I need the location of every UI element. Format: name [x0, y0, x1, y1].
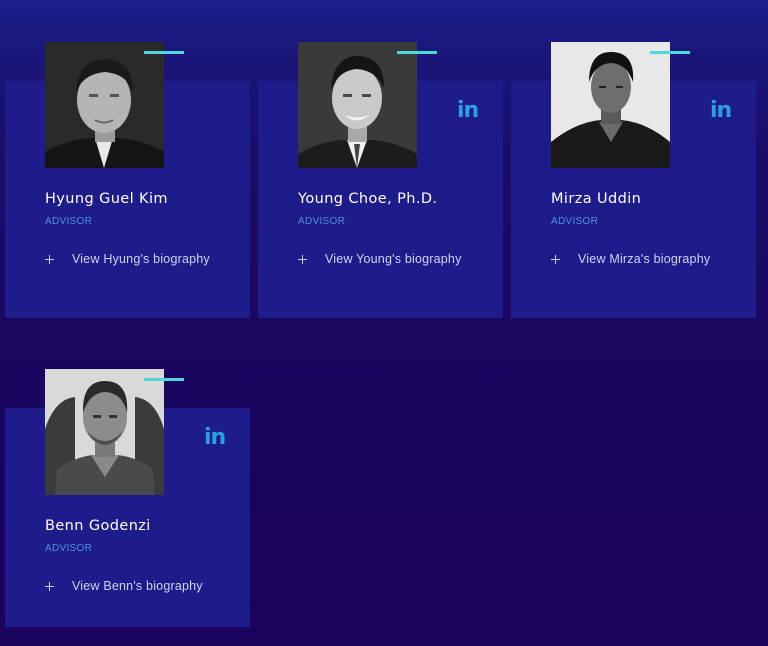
view-biography-link[interactable]: View Young's biography — [298, 251, 488, 269]
portrait-image — [45, 369, 164, 495]
advisor-name: Hyung Guel Kim — [45, 191, 168, 207]
view-biography-link[interactable]: View Benn's biography — [45, 578, 235, 596]
biography-link-label: View Mirza's biography — [578, 252, 711, 266]
advisor-photo — [45, 42, 164, 168]
advisor-photo — [551, 42, 670, 168]
linkedin-icon[interactable]: in — [204, 427, 228, 449]
advisor-role: ADVISOR — [45, 216, 93, 227]
accent-line — [144, 51, 184, 54]
view-biography-link[interactable]: View Mirza's biography — [551, 251, 741, 269]
portrait-image — [298, 42, 417, 168]
advisor-card: in Young Choe, Ph.D. ADVISOR View Young'… — [258, 42, 503, 318]
advisor-name: Young Choe, Ph.D. — [298, 191, 438, 207]
linkedin-icon[interactable]: in — [457, 100, 481, 122]
advisor-name: Benn Godenzi — [45, 518, 151, 534]
portrait-image — [45, 42, 164, 168]
biography-link-label: View Benn's biography — [72, 579, 203, 593]
advisor-role: ADVISOR — [45, 543, 93, 554]
advisor-card: in Benn Godenzi ADVISOR View Benn's biog… — [5, 369, 250, 627]
plus-icon — [45, 582, 55, 592]
accent-line — [650, 51, 690, 54]
advisor-role: ADVISOR — [298, 216, 346, 227]
advisor-name: Mirza Uddin — [551, 191, 642, 207]
linkedin-icon[interactable]: in — [710, 100, 734, 122]
biography-link-label: View Hyung's biography — [72, 252, 210, 266]
plus-icon — [551, 255, 561, 265]
portrait-image — [551, 42, 670, 168]
accent-line — [397, 51, 437, 54]
advisor-card: Hyung Guel Kim ADVISOR View Hyung's biog… — [5, 42, 250, 318]
biography-link-label: View Young's biography — [325, 252, 462, 266]
plus-icon — [298, 255, 308, 265]
advisor-photo — [298, 42, 417, 168]
advisor-card: in Mirza Uddin ADVISOR View Mirza's biog… — [511, 42, 756, 318]
advisor-role: ADVISOR — [551, 216, 599, 227]
advisor-photo — [45, 369, 164, 495]
plus-icon — [45, 255, 55, 265]
view-biography-link[interactable]: View Hyung's biography — [45, 251, 235, 269]
accent-line — [144, 378, 184, 381]
